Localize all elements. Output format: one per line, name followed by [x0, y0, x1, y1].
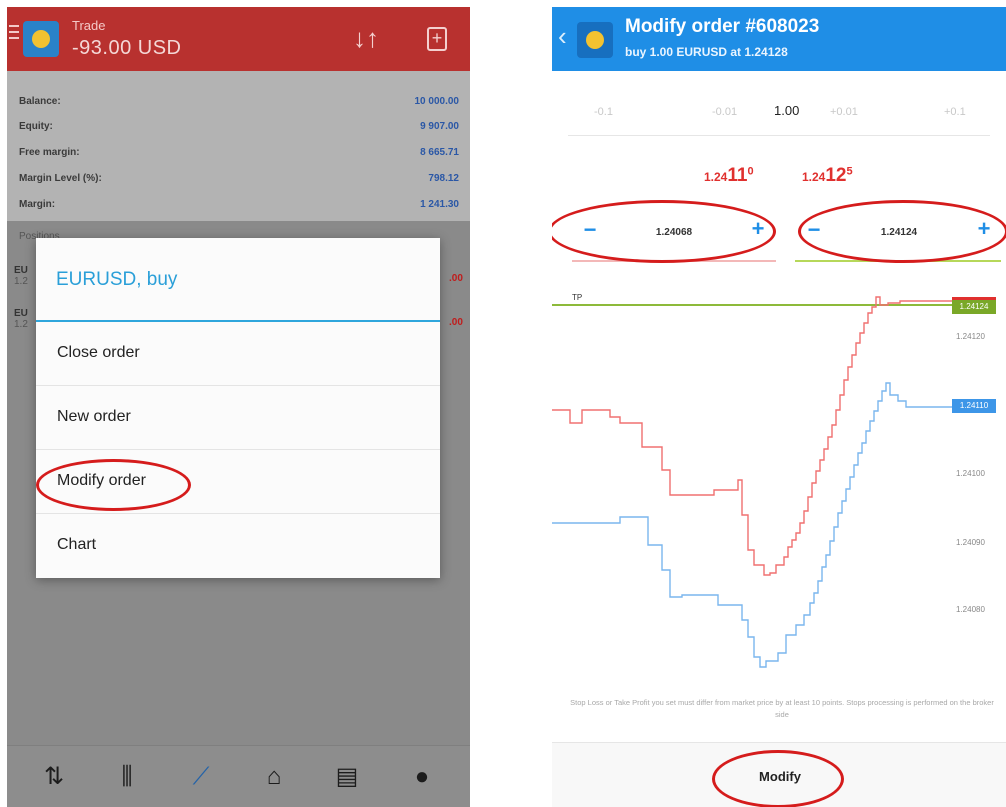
margin-label: Margin:: [19, 199, 56, 210]
bid-prefix: 1.24: [704, 170, 728, 184]
tp-line-label: TP: [572, 293, 583, 302]
position-price: 1.2: [14, 276, 28, 287]
margin-level-row: Margin Level (%): 798.12: [19, 173, 459, 197]
menu-item-label: Modify order: [57, 472, 146, 489]
bottom-navigation: ⇅ ⫼ ⟋ ⌂ ▤ ●: [7, 745, 470, 807]
position-price: 1.2: [14, 319, 28, 330]
equity-value: 9 907.00: [420, 121, 459, 132]
position-symbol: EU: [14, 308, 28, 319]
take-profit-underline: [795, 260, 1001, 262]
free-margin-value: 8 665.71: [420, 147, 459, 158]
modify-button[interactable]: Modify: [730, 769, 830, 784]
modify-order-screen: ‹ Modify order #608023 buy 1.00 EURUSD a…: [552, 7, 1006, 807]
stop-loss-plus-button[interactable]: +: [744, 216, 772, 242]
metatrader-logo: [23, 21, 59, 57]
margin-level-label: Margin Level (%):: [19, 173, 102, 184]
ask-pips: 12: [825, 165, 847, 186]
price-chart[interactable]: [552, 285, 1006, 685]
history-icon[interactable]: ⌂: [257, 762, 291, 792]
margin-level-value: 798.12: [428, 173, 459, 184]
bid-price: 1.24110: [704, 165, 754, 187]
position-profit-1: .00: [449, 273, 463, 284]
chat-icon[interactable]: ●: [405, 762, 439, 792]
ask-price: 1.24125: [802, 165, 853, 187]
margin-row: Margin: 1 241.30: [19, 199, 459, 223]
volume-increase-large[interactable]: +0.1: [944, 106, 966, 118]
chart-candles-icon[interactable]: ⫼: [110, 762, 144, 792]
menu-icon[interactable]: [9, 25, 19, 43]
bid-price-line: [552, 382, 952, 668]
equity-label: Equity:: [19, 121, 53, 132]
new-order-item[interactable]: New order: [36, 386, 440, 450]
trade-header: Trade -93.00 USD ↓↑ +: [7, 7, 470, 71]
menu-item-label: New order: [57, 408, 131, 425]
modify-header: ‹ Modify order #608023 buy 1.00 EURUSD a…: [552, 7, 1006, 71]
new-order-icon[interactable]: +: [427, 27, 447, 51]
back-icon[interactable]: ‹: [558, 21, 567, 52]
page-title: Modify order #608023: [625, 16, 820, 37]
position-symbol: EU: [14, 265, 28, 276]
ask-price-line: [552, 296, 952, 576]
y-tick: 1.24100: [956, 469, 985, 478]
volume-increase-small[interactable]: +0.01: [830, 106, 858, 118]
volume-decrease-large[interactable]: -0.1: [594, 106, 613, 118]
metatrader-logo: [577, 22, 613, 58]
free-margin-row: Free margin: 8 665.71: [19, 147, 459, 171]
equity-row: Equity: 9 907.00: [19, 121, 459, 145]
y-tick: 1.24090: [956, 538, 985, 547]
tp-price-tag: 1.24124: [952, 300, 996, 314]
screen-title: Trade: [72, 18, 106, 33]
volume-decrease-small[interactable]: -0.01: [712, 106, 737, 118]
position-row-1[interactable]: EU 1.2: [14, 265, 28, 287]
take-profit-plus-button[interactable]: +: [970, 216, 998, 242]
y-tick: 1.24080: [956, 605, 985, 614]
menu-item-label: Close order: [57, 344, 140, 361]
total-profit: -93.00 USD: [72, 37, 182, 59]
position-profit-2: .00: [449, 317, 463, 328]
stops-notice: Stop Loss or Take Profit you set must di…: [570, 698, 994, 719]
ask-prefix: 1.24: [802, 170, 826, 184]
account-summary: Balance: 10 000.00 Equity: 9 907.00 Free…: [7, 71, 470, 221]
take-profit-stepper: − 1.24124 +: [800, 213, 998, 251]
stop-loss-stepper: − 1.24068 +: [576, 213, 772, 251]
close-order-item[interactable]: Close order: [36, 322, 440, 386]
free-margin-label: Free margin:: [19, 147, 80, 158]
trade-icon[interactable]: ⟋: [184, 762, 218, 792]
sort-icon[interactable]: ↓↑: [353, 23, 379, 54]
bid-fraction: 0: [747, 165, 754, 178]
ask-fraction: 5: [846, 165, 853, 178]
take-profit-value[interactable]: 1.24124: [800, 227, 998, 238]
order-context-menu: EURUSD, buy Close order New order Modify…: [36, 238, 440, 578]
margin-value: 1 241.30: [420, 199, 459, 210]
news-icon[interactable]: ▤: [330, 762, 364, 792]
quotes-icon[interactable]: ⇅: [37, 762, 71, 792]
modify-bar: Modify: [552, 742, 1006, 807]
y-tick: 1.24120: [956, 332, 985, 341]
modify-order-item[interactable]: Modify order: [36, 450, 440, 514]
volume-selector: -0.1 -0.01 1.00 +0.01 +0.1: [568, 95, 990, 136]
position-row-2[interactable]: EU 1.2: [14, 308, 28, 330]
bid-pips: 11: [727, 165, 748, 186]
trade-screen: Trade -93.00 USD ↓↑ + Balance: 10 000.00…: [7, 7, 470, 807]
balance-label: Balance:: [19, 96, 61, 107]
balance-value: 10 000.00: [414, 96, 460, 107]
bid-price-tag: 1.24110: [952, 399, 996, 413]
menu-item-label: Chart: [57, 536, 97, 553]
stop-loss-value[interactable]: 1.24068: [576, 227, 772, 238]
dialog-title: EURUSD, buy: [56, 269, 178, 290]
volume-value[interactable]: 1.00: [774, 103, 799, 118]
stop-loss-underline: [572, 260, 776, 262]
order-subtitle: buy 1.00 EURUSD at 1.24128: [625, 45, 788, 59]
chart-item[interactable]: Chart: [36, 514, 440, 578]
balance-row: Balance: 10 000.00: [19, 96, 459, 120]
